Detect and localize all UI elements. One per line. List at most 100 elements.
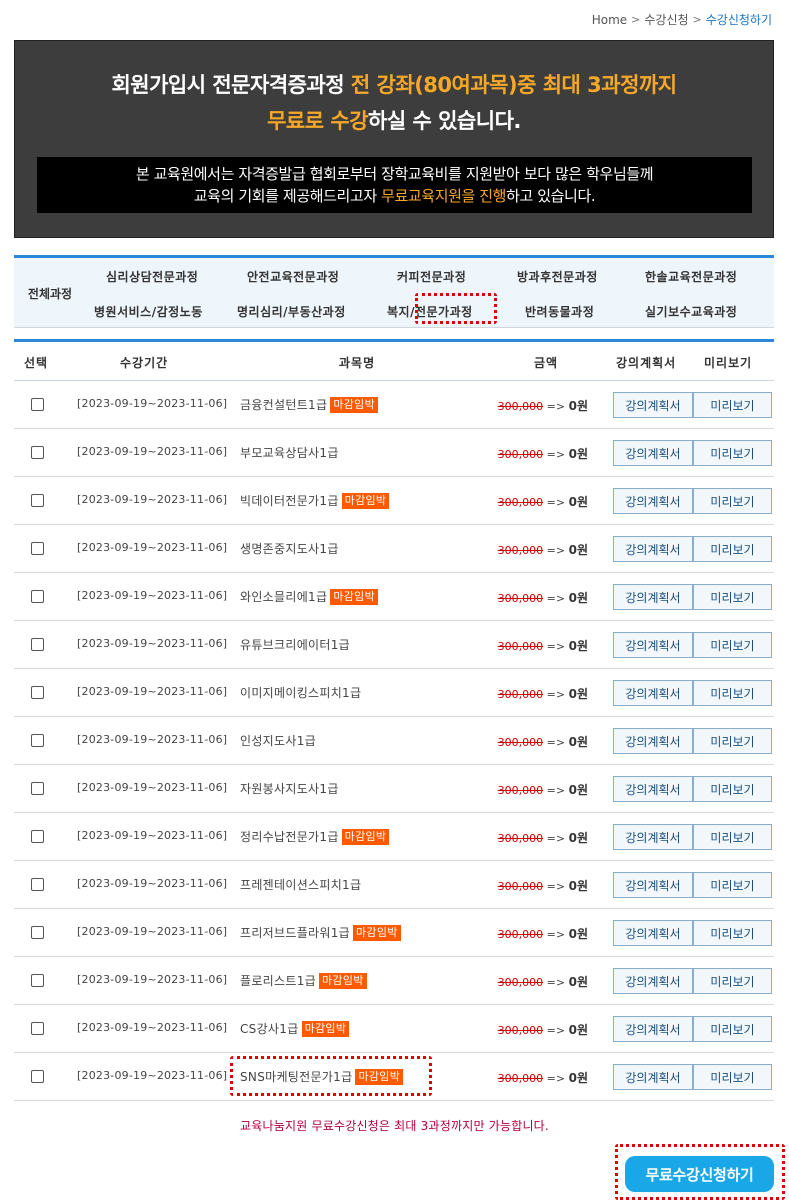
- select-checkbox[interactable]: [31, 1070, 44, 1083]
- course-name[interactable]: 정리수납전문가1급 마감임박: [240, 828, 390, 845]
- course-price: 300,000 => 0원: [498, 685, 588, 702]
- course-name[interactable]: SNS마케팅전문가1급 마감임박: [240, 1068, 404, 1085]
- category-item[interactable]: 방과후전문과정: [517, 268, 598, 285]
- preview-button[interactable]: 미리보기: [693, 872, 772, 898]
- course-name-text: 자원봉사지도사1급: [240, 782, 339, 796]
- course-period: [2023-09-19~2023-11-06]: [77, 829, 228, 842]
- category-item[interactable]: 명리심리/부동산과정: [237, 303, 346, 320]
- syllabus-button[interactable]: 강의계획서: [613, 1064, 693, 1090]
- preview-button[interactable]: 미리보기: [693, 488, 772, 514]
- final-price: 0원: [568, 831, 588, 845]
- category-item[interactable]: 반려동물과정: [525, 303, 594, 320]
- course-name-text: CS강사1급: [240, 1022, 299, 1036]
- course-name[interactable]: 생명존중지도사1급: [240, 540, 339, 557]
- deadline-badge: 마감임박: [341, 492, 390, 509]
- course-name[interactable]: 와인소믈리에1급 마감임박: [240, 588, 379, 605]
- category-item[interactable]: 병원서비스/감정노동: [94, 303, 203, 320]
- course-name[interactable]: 금융컨설턴트1급 마감임박: [240, 396, 379, 413]
- original-price: 300,000: [497, 832, 544, 845]
- select-checkbox[interactable]: [31, 734, 44, 747]
- course-period: [2023-09-19~2023-11-06]: [77, 397, 228, 410]
- course-period: [2023-09-19~2023-11-06]: [77, 925, 228, 938]
- select-checkbox[interactable]: [31, 638, 44, 651]
- syllabus-button[interactable]: 강의계획서: [613, 632, 693, 658]
- table-row: [2023-09-19~2023-11-06] 프레젠테이션스피치1급 300,00…: [14, 861, 774, 909]
- course-price: 300,000 => 0원: [498, 925, 588, 942]
- banner-text: 회원가입시 전문자격증과정: [111, 73, 351, 97]
- course-name[interactable]: 부모교육상담사1급: [240, 444, 339, 461]
- price-arrow: =>: [543, 688, 569, 701]
- syllabus-button[interactable]: 강의계획서: [613, 536, 693, 562]
- syllabus-button[interactable]: 강의계획서: [613, 824, 693, 850]
- syllabus-button[interactable]: 강의계획서: [613, 1016, 693, 1042]
- select-checkbox[interactable]: [31, 542, 44, 555]
- preview-button[interactable]: 미리보기: [693, 536, 772, 562]
- preview-button[interactable]: 미리보기: [693, 680, 772, 706]
- course-period: [2023-09-19~2023-11-06]: [77, 1069, 228, 1082]
- select-checkbox[interactable]: [31, 686, 44, 699]
- select-checkbox[interactable]: [31, 782, 44, 795]
- preview-button[interactable]: 미리보기: [693, 968, 772, 994]
- chevron-right-icon: >: [631, 13, 641, 26]
- syllabus-button[interactable]: 강의계획서: [613, 968, 693, 994]
- course-name[interactable]: CS강사1급 마감임박: [240, 1020, 350, 1037]
- breadcrumb-level1-link[interactable]: 수강신청: [644, 11, 688, 28]
- category-item[interactable]: 한솔교육전문과정: [645, 268, 737, 285]
- syllabus-button[interactable]: 강의계획서: [613, 776, 693, 802]
- table-row: [2023-09-19~2023-11-06] 이미지메이킹스피치1급 300,00…: [14, 669, 774, 717]
- course-name[interactable]: 이미지메이킹스피치1급: [240, 684, 361, 701]
- course-name-text: 플로리스트1급: [240, 974, 316, 988]
- category-item[interactable]: 커피전문과정: [397, 268, 466, 285]
- select-checkbox[interactable]: [31, 926, 44, 939]
- limit-notice: 교육나눔지원 무료수강신청은 최대 3과정까지만 가능합니다.: [240, 1119, 549, 1133]
- select-checkbox[interactable]: [31, 1022, 44, 1035]
- banner-text: 하고 있습니다.: [506, 187, 596, 205]
- select-checkbox[interactable]: [31, 398, 44, 411]
- syllabus-button[interactable]: 강의계획서: [613, 872, 693, 898]
- original-price: 300,000: [497, 688, 544, 701]
- category-item[interactable]: 복지/전문가과정: [387, 303, 473, 320]
- table-row: [2023-09-19~2023-11-06] 부모교육상담사1급 300,000 …: [14, 429, 774, 477]
- preview-button[interactable]: 미리보기: [693, 392, 772, 418]
- preview-button[interactable]: 미리보기: [693, 584, 772, 610]
- preview-button[interactable]: 미리보기: [693, 728, 772, 754]
- syllabus-button[interactable]: 강의계획서: [613, 488, 693, 514]
- breadcrumb-home-link[interactable]: Home: [592, 13, 627, 27]
- syllabus-button[interactable]: 강의계획서: [613, 440, 693, 466]
- course-name[interactable]: 자원봉사지도사1급: [240, 780, 339, 797]
- course-name[interactable]: 인성지도사1급: [240, 732, 316, 749]
- syllabus-button[interactable]: 강의계획서: [613, 728, 693, 754]
- preview-button[interactable]: 미리보기: [693, 824, 772, 850]
- preview-button[interactable]: 미리보기: [693, 776, 772, 802]
- course-name-text: 와인소믈리에1급: [240, 590, 328, 604]
- select-checkbox[interactable]: [31, 590, 44, 603]
- course-period: [2023-09-19~2023-11-06]: [77, 589, 228, 602]
- free-apply-button[interactable]: 무료수강신청하기: [625, 1156, 774, 1192]
- course-name[interactable]: 프레젠테이션스피치1급: [240, 876, 361, 893]
- preview-button[interactable]: 미리보기: [693, 440, 772, 466]
- preview-button[interactable]: 미리보기: [693, 632, 772, 658]
- select-checkbox[interactable]: [31, 878, 44, 891]
- category-item[interactable]: 심리상담전문과정: [106, 268, 198, 285]
- select-checkbox[interactable]: [31, 446, 44, 459]
- syllabus-button[interactable]: 강의계획서: [613, 920, 693, 946]
- course-name-text: 금융컨설턴트1급: [240, 398, 328, 412]
- preview-button[interactable]: 미리보기: [693, 920, 772, 946]
- course-name[interactable]: 프리저브드플라워1급 마감임박: [240, 924, 401, 941]
- preview-button[interactable]: 미리보기: [693, 1016, 772, 1042]
- syllabus-button[interactable]: 강의계획서: [613, 392, 693, 418]
- category-item[interactable]: 안전교육전문과정: [247, 268, 339, 285]
- course-name[interactable]: 빅데이터전문가1급 마감임박: [240, 492, 390, 509]
- select-checkbox[interactable]: [31, 974, 44, 987]
- syllabus-button[interactable]: 강의계획서: [613, 680, 693, 706]
- select-checkbox[interactable]: [31, 494, 44, 507]
- course-name[interactable]: 플로리스트1급 마감임박: [240, 972, 367, 989]
- category-item[interactable]: 실기보수교육과정: [645, 303, 737, 320]
- final-price: 0원: [568, 879, 588, 893]
- course-name[interactable]: 유튜브크리에이터1급: [240, 636, 350, 653]
- course-price: 300,000 => 0원: [498, 829, 588, 846]
- select-checkbox[interactable]: [31, 830, 44, 843]
- category-all[interactable]: 전체과정: [14, 258, 86, 328]
- preview-button[interactable]: 미리보기: [693, 1064, 772, 1090]
- syllabus-button[interactable]: 강의계획서: [613, 584, 693, 610]
